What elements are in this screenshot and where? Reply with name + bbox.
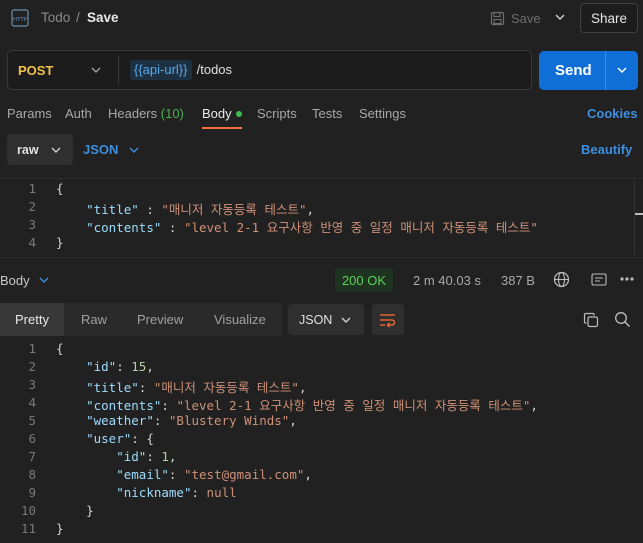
search-icon[interactable] bbox=[614, 311, 631, 328]
panel-divider[interactable] bbox=[0, 257, 643, 258]
line-number: 7 bbox=[28, 449, 36, 464]
wrap-lines-button[interactable] bbox=[372, 304, 404, 335]
share-button[interactable]: Share bbox=[580, 3, 638, 33]
line-number: 2 bbox=[28, 199, 36, 214]
view-tab-pretty[interactable]: Pretty bbox=[15, 312, 49, 327]
tab-headers[interactable]: Headers (10) bbox=[108, 106, 184, 121]
more-icon[interactable] bbox=[619, 272, 635, 286]
line-number: 10 bbox=[20, 503, 36, 518]
code-line: } bbox=[56, 235, 64, 250]
line-number: 8 bbox=[28, 467, 36, 482]
chevron-down-icon[interactable] bbox=[553, 10, 567, 24]
request-body-editor[interactable]: 1 2 3 4 { "title" : "매니저 자동등록 테스트", "con… bbox=[0, 180, 630, 252]
chevron-down-icon[interactable] bbox=[90, 64, 102, 76]
response-title[interactable]: Body bbox=[0, 273, 30, 288]
active-tab-underline bbox=[202, 127, 242, 129]
url-input[interactable]: /todos bbox=[193, 62, 232, 77]
send-divider bbox=[605, 51, 606, 90]
code-line: "weather": "Blustery Winds", bbox=[86, 413, 297, 428]
view-tab-visualize[interactable]: Visualize bbox=[214, 312, 266, 327]
method-select[interactable]: POST bbox=[18, 63, 53, 78]
svg-text:HTTP: HTTP bbox=[13, 17, 28, 23]
body-language-select[interactable]: JSON bbox=[83, 142, 118, 157]
code-line: "title" : "매니저 자동등록 테스트", bbox=[86, 202, 315, 217]
code-line: "email": "test@gmail.com", bbox=[116, 467, 312, 482]
editor-scroll-marker bbox=[635, 213, 643, 215]
code-line: { bbox=[56, 341, 64, 356]
editor-divider bbox=[0, 178, 643, 179]
tab-settings[interactable]: Settings bbox=[359, 106, 406, 121]
line-number: 4 bbox=[28, 235, 36, 250]
globe-icon[interactable] bbox=[553, 271, 570, 288]
beautify-button[interactable]: Beautify bbox=[581, 142, 632, 157]
line-number: 9 bbox=[28, 485, 36, 500]
response-size[interactable]: 387 B bbox=[501, 273, 535, 288]
breadcrumb-current[interactable]: Save bbox=[87, 10, 119, 25]
line-number: 4 bbox=[28, 395, 36, 410]
chevron-down-icon[interactable] bbox=[38, 274, 50, 286]
body-active-dot bbox=[236, 111, 242, 117]
tab-auth[interactable]: Auth bbox=[65, 106, 92, 121]
response-time[interactable]: 2 m 40.03 s bbox=[413, 273, 481, 288]
editor-scrollbar[interactable] bbox=[634, 180, 635, 255]
save-icon bbox=[490, 11, 505, 25]
chevron-down-icon[interactable] bbox=[50, 144, 62, 156]
view-tab-preview[interactable]: Preview bbox=[137, 312, 183, 327]
url-variable[interactable]: {{api-url}} bbox=[130, 60, 192, 80]
code-line: "id": 15, bbox=[86, 359, 154, 374]
line-number: 3 bbox=[28, 377, 36, 392]
tab-body[interactable]: Body bbox=[202, 106, 232, 121]
view-tab-raw[interactable]: Raw bbox=[81, 312, 107, 327]
tab-params[interactable]: Params bbox=[7, 106, 52, 121]
code-line: "nickname": null bbox=[116, 485, 237, 500]
save-button[interactable]: Save bbox=[490, 7, 546, 29]
status-badge[interactable]: 200 OK bbox=[335, 268, 393, 292]
line-number: 1 bbox=[28, 181, 36, 196]
code-line: "user": { bbox=[86, 431, 154, 446]
body-mode-label[interactable]: raw bbox=[17, 143, 39, 157]
code-line: "title": "매니저 자동등록 테스트", bbox=[86, 380, 307, 395]
line-number: 5 bbox=[28, 413, 36, 428]
tab-headers-label: Headers bbox=[108, 106, 158, 121]
breadcrumb-separator: / bbox=[76, 10, 80, 25]
save-label: Save bbox=[511, 10, 541, 26]
response-format-label[interactable]: JSON bbox=[299, 313, 332, 327]
code-line: { bbox=[56, 181, 64, 196]
line-number: 1 bbox=[28, 341, 36, 356]
code-line: "contents": "level 2-1 요구사항 반영 중 일정 매니저 … bbox=[86, 398, 538, 413]
http-icon: HTTP bbox=[11, 9, 29, 27]
line-number: 11 bbox=[20, 521, 36, 536]
code-line: "id": 1, bbox=[116, 449, 177, 464]
chevron-down-icon[interactable] bbox=[616, 64, 628, 76]
chevron-down-icon[interactable] bbox=[340, 314, 352, 326]
save-response-icon[interactable] bbox=[591, 272, 607, 287]
cookies-link[interactable]: Cookies bbox=[587, 106, 638, 121]
line-number: 6 bbox=[28, 431, 36, 446]
code-line: } bbox=[56, 521, 64, 536]
line-number: 2 bbox=[28, 359, 36, 374]
url-bar bbox=[7, 50, 532, 90]
copy-icon[interactable] bbox=[583, 312, 599, 328]
wrap-icon bbox=[380, 314, 396, 328]
tab-tests[interactable]: Tests bbox=[312, 106, 342, 121]
tab-scripts[interactable]: Scripts bbox=[257, 106, 297, 121]
tab-headers-count: (10) bbox=[160, 106, 184, 121]
breadcrumb-parent[interactable]: Todo bbox=[41, 10, 70, 25]
chevron-down-icon[interactable] bbox=[128, 144, 140, 156]
response-body-viewer[interactable]: 1 2 3 4 5 6 7 8 9 10 11 { "id": 15, "tit… bbox=[0, 340, 643, 540]
code-line: } bbox=[86, 503, 94, 518]
send-label[interactable]: Send bbox=[555, 62, 592, 79]
line-number: 3 bbox=[28, 217, 36, 232]
url-divider bbox=[118, 56, 119, 84]
code-line: "contents" : "level 2-1 요구사항 반영 중 일정 매니저… bbox=[86, 220, 538, 235]
